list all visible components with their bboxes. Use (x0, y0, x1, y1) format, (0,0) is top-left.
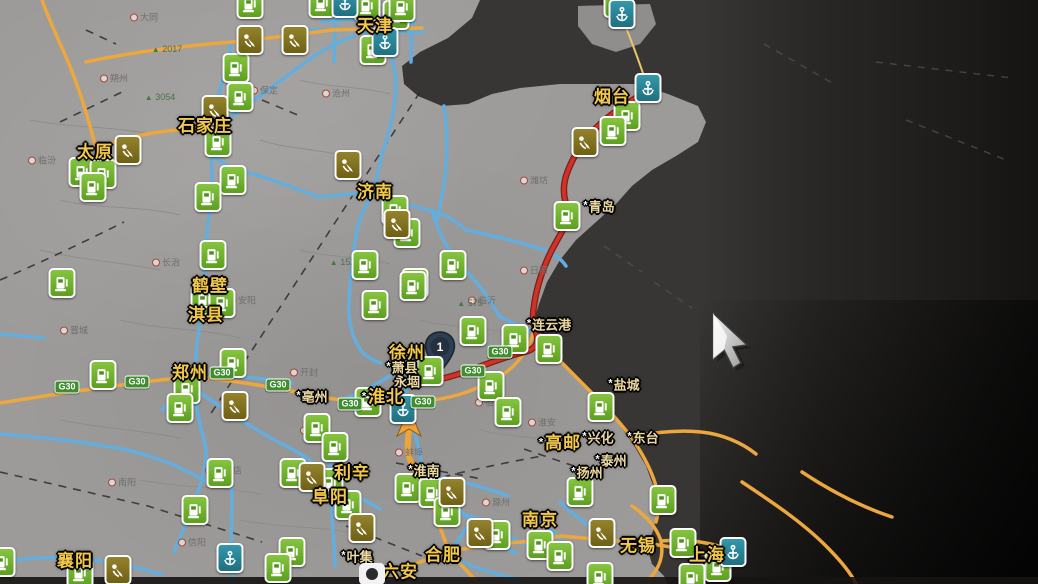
railway-dashes (0, 29, 581, 557)
route-destination-pin[interactable]: 1 (424, 331, 456, 374)
game-map-canvas[interactable]: 1 大同 朔州 临汾 保定 沧州 长治 安阳 晋城 开封 潍坊 临沂 日照 周口 驻马店 南阳 信阳 宿迁 淮安蚌… (0, 0, 1038, 584)
partial-icon-circle (366, 568, 378, 580)
pin-number: 1 (437, 340, 444, 354)
map-terrain: 1 (0, 0, 1038, 584)
bottom-edge-strip (0, 577, 1038, 584)
corner-vignette (700, 300, 1038, 584)
blue-roads (0, 1, 608, 584)
bottom-edge-partial-icon (359, 563, 385, 584)
